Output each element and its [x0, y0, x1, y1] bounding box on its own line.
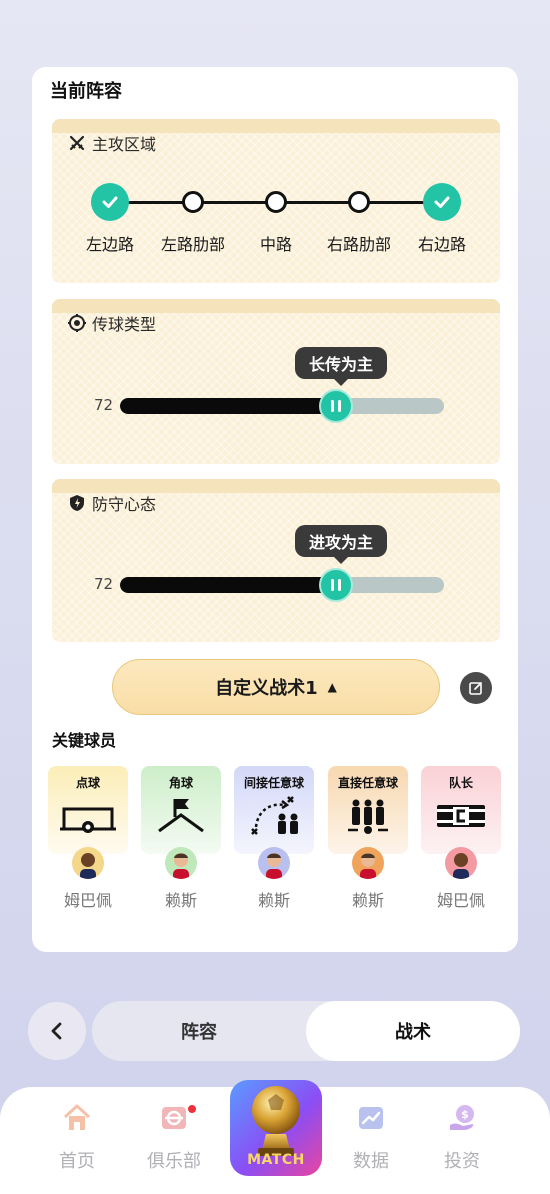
defense-mindset-value: 72: [94, 575, 114, 593]
key-players-title: 关键球员: [52, 731, 117, 750]
defense-mindset-slider-thumb[interactable]: [319, 568, 354, 602]
tab-lineup[interactable]: 阵容: [92, 1001, 306, 1061]
defense-mindset-slider-track[interactable]: [120, 577, 444, 593]
edit-icon: [469, 682, 482, 695]
zone-label: 左路肋部: [160, 235, 225, 254]
defense-mindset-slider-fill: [120, 577, 333, 593]
wall-free-kick-icon: [348, 799, 388, 834]
defense-mindset-panel: 防守心态 进攻为主 72: [52, 479, 500, 642]
tab-label: 数据: [353, 1151, 389, 1172]
notification-dot: [186, 1103, 198, 1115]
pass-type-header: 传球类型: [68, 311, 156, 335]
zone-dot: [182, 191, 204, 213]
zone-label: 右边路: [417, 235, 466, 254]
chevron-left-icon: [51, 1022, 62, 1040]
check-icon: [91, 183, 129, 221]
zone-label: 右路肋部: [326, 235, 391, 254]
tab-label: 投资: [444, 1151, 480, 1172]
goal-net-icon: [60, 807, 116, 833]
zone-label: 左边路: [85, 235, 134, 254]
pass-type-slider-fill: [120, 398, 333, 414]
defense-mindset-title: 防守心态: [92, 495, 157, 514]
zone-center[interactable]: 中路: [236, 183, 316, 255]
key-player-direct-fk-card[interactable]: 直接任意球: [328, 766, 408, 854]
attack-zone-title: 主攻区域: [92, 135, 157, 154]
tab-tactics[interactable]: 战术: [306, 1001, 520, 1061]
pass-type-tooltip: 长传为主: [295, 347, 388, 386]
chart-icon: [354, 1101, 388, 1135]
crossed-swords-icon: [68, 134, 86, 152]
tab-invest[interactable]: $ 投资: [422, 1101, 502, 1173]
key-player-role: 间接任意球: [243, 776, 304, 790]
lineup-card: 当前阵容 主攻区域 左边路 左路肋部 中路 右路肋部 右边路 传球类型 长传为主…: [32, 67, 518, 952]
pass-type-slider-track[interactable]: [120, 398, 444, 414]
custom-tactic-button[interactable]: 自定义战术1 ▲: [112, 659, 440, 715]
pass-type-panel: 传球类型 长传为主 72: [52, 299, 500, 464]
custom-tactic-label: 自定义战术1: [215, 678, 318, 699]
view-segment-control: 阵容 战术: [92, 1001, 520, 1061]
money-bag-icon: $: [445, 1101, 479, 1135]
key-player-name: 姆巴佩: [63, 891, 112, 910]
indirect-free-kick-icon: [251, 796, 298, 835]
pass-type-title: 传球类型: [92, 315, 157, 334]
svg-text:$: $: [461, 1108, 469, 1121]
tab-label: 首页: [59, 1151, 95, 1172]
pass-type-value: 72: [94, 396, 114, 414]
back-button[interactable]: [28, 1002, 86, 1060]
match-button[interactable]: MATCH: [230, 1080, 322, 1176]
key-player-role: 角球: [168, 776, 193, 790]
zone-dot: [348, 191, 370, 213]
avatar: [72, 847, 104, 879]
defense-mindset-header: 防守心态: [68, 491, 156, 515]
captain-armband-icon: [437, 805, 485, 827]
zone-left-wing[interactable]: 左边路: [70, 183, 150, 255]
key-player-name: 姆巴佩: [436, 891, 485, 910]
key-player-role: 队长: [448, 776, 473, 790]
avatar: [352, 847, 384, 879]
target-icon: [68, 314, 86, 332]
key-player-penalty-card[interactable]: 点球: [48, 766, 128, 854]
key-player-captain-card[interactable]: 队长: [421, 766, 501, 854]
corner-flag-icon: [158, 799, 204, 833]
home-icon: [60, 1101, 94, 1135]
key-player-indirect-fk-card[interactable]: 间接任意球: [234, 766, 314, 854]
key-player-role: 直接任意球: [337, 776, 398, 790]
zone-dot: [265, 191, 287, 213]
attack-zone-header: 主攻区域: [68, 131, 156, 155]
caret-up-icon: ▲: [327, 680, 337, 694]
pass-type-slider-thumb[interactable]: [319, 389, 354, 423]
trophy-ball-icon: [252, 1086, 300, 1156]
key-player-name: 赖斯: [164, 891, 197, 910]
defense-mindset-tooltip: 进攻为主: [295, 525, 388, 564]
tab-data[interactable]: 数据: [331, 1101, 411, 1173]
avatar: [165, 847, 197, 879]
zone-right-halfspace[interactable]: 右路肋部: [319, 183, 399, 255]
key-player-corner-card[interactable]: 角球: [141, 766, 221, 854]
key-player-name: 赖斯: [257, 891, 290, 910]
attack-zone-panel: 主攻区域 左边路 左路肋部 中路 右路肋部 右边路: [52, 119, 500, 283]
tab-club[interactable]: 俱乐部: [134, 1101, 214, 1173]
check-icon: [423, 183, 461, 221]
zone-label: 中路: [259, 235, 292, 254]
avatar: [258, 847, 290, 879]
avatar: [445, 847, 477, 879]
zone-right-wing[interactable]: 右边路: [402, 183, 482, 255]
match-label: MATCH: [247, 1152, 305, 1168]
edit-button[interactable]: [460, 672, 492, 704]
shield-icon: [68, 494, 86, 512]
tab-label: 俱乐部: [147, 1151, 201, 1172]
card-title: 当前阵容: [50, 81, 122, 102]
key-player-name: 赖斯: [351, 891, 384, 910]
zone-left-halfspace[interactable]: 左路肋部: [153, 183, 233, 255]
key-player-role: 点球: [75, 776, 100, 790]
tab-home[interactable]: 首页: [37, 1101, 117, 1173]
